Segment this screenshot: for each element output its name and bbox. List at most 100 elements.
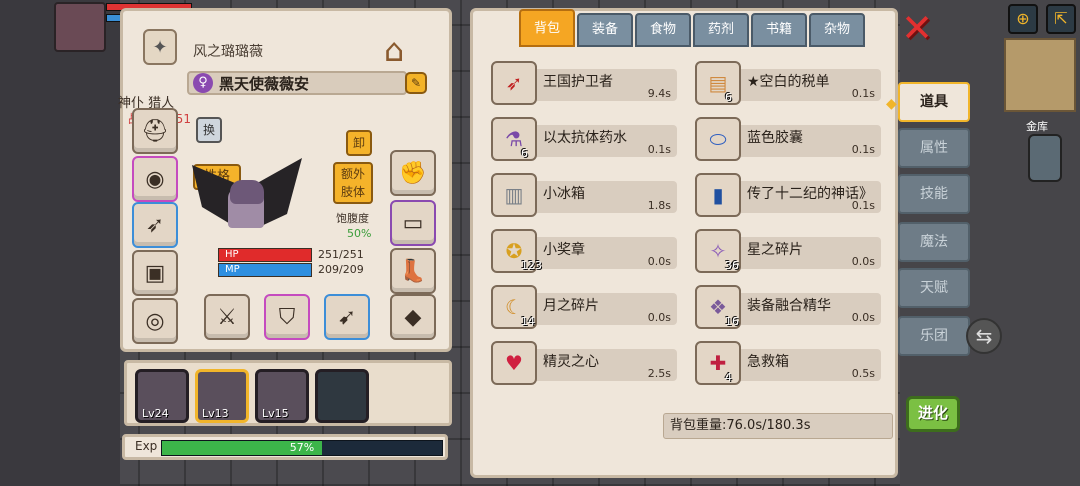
side-tab-magic[interactable]: 魔法 [898,222,970,262]
inventory-item[interactable]: ▤ 6 ★空白的税单 0.1s [685,61,881,105]
heart-icon: ♥ [491,341,537,385]
extra-limb-label: 额外 肢体 [340,167,365,199]
inventory-panel: 背包 装备 食物 药剂 书籍 杂物 ➶ 王国护卫者 9.4s ▤ 6 ★空白的税… [470,8,898,478]
item-name: 小奖章 [543,242,585,258]
cycle-icon[interactable]: ⇆ [966,318,1002,354]
head-slot[interactable]: ⛑ [132,108,178,154]
party-member-level: Lv15 [262,407,289,420]
exp-label: Exp [135,439,158,453]
armor-slot[interactable]: ▣ [132,250,178,296]
inventory-item[interactable]: ▮ 传了十二纪的神话》 0.1s [685,173,881,217]
party-member-1[interactable]: Lv24 [135,369,189,423]
inventory-item[interactable]: ⚗ 6 以太抗体药水 0.1s [481,117,677,161]
evolve-button[interactable]: 进化 [906,396,960,432]
exp-track: 57% [161,440,443,456]
inventory-item[interactable]: ☾ 14 月之碎片 0.0s [481,285,677,329]
belt-slot[interactable]: ▭ [390,200,436,246]
crossbow-icon: ➶ [491,61,537,105]
side-tab-talent[interactable]: 天赋 [898,268,970,308]
tax-form-icon: ▤ [695,61,741,105]
inventory-tabs: 背包 装备 食物 药剂 书籍 杂物 [519,9,865,49]
helmet-icon: ⛑ [141,118,169,144]
item-weight: 0.1s [851,143,875,156]
party-member-level: Lv13 [202,407,229,420]
class-badge-icon: ✦ [143,29,177,65]
character-title: 风之璐璐薇 [193,44,263,60]
shield-slot[interactable]: ⛉ [264,294,310,340]
tab-potion[interactable]: 药剂 [693,13,749,47]
tab-backpack[interactable]: 背包 [519,9,575,47]
swap-button[interactable]: 换 [196,117,222,143]
item-name: 月之碎片 [543,298,599,314]
first-aid-icon: ✚ [695,341,741,385]
item-weight: 0.1s [647,143,671,156]
side-tab-attributes[interactable]: 属性 [898,128,970,168]
inventory-item[interactable]: ✪ 123 小奖章 0.0s [481,229,677,273]
item-weight: 0.0s [851,255,875,268]
side-tab-skills[interactable]: 技能 [898,174,970,214]
hud-portrait[interactable] [54,2,106,52]
party-strip: Lv24 Lv13 Lv15 [124,360,452,426]
vault-label: 金库 [1026,120,1048,133]
boots-slot[interactable]: 👢 [390,248,436,294]
necklace-slot[interactable]: ◉ [132,156,178,202]
item-weight: 2.5s [647,367,671,380]
minimap[interactable] [1004,38,1076,112]
network-icon[interactable]: ⊕ [1008,4,1038,34]
tab-equipment[interactable]: 装备 [577,13,633,47]
item-quantity: 123 [521,259,542,272]
tab-books[interactable]: 书籍 [751,13,807,47]
backpack-weight: 背包重量:76.0s/180.3s [663,413,893,439]
side-menu-pointer-icon: ◆ [886,96,897,112]
satiety-label: 饱腹度 [336,212,369,225]
accessory-slot[interactable]: ◎ [132,298,178,344]
inventory-item[interactable]: ❖ 16 装备融合精华 0.0s [685,285,881,329]
belt-icon: ▭ [402,210,424,236]
extra-limb-button[interactable]: 额外 肢体 [333,162,373,204]
vault-icon[interactable] [1028,134,1062,182]
item-quantity: 36 [725,259,739,272]
party-empty-slot[interactable] [315,369,369,423]
inventory-item[interactable]: ⬭ 蓝色胶囊 0.1s [685,117,881,161]
inventory-item[interactable]: ♥ 精灵之心 2.5s [481,341,677,385]
exit-icon[interactable]: ⇱ [1046,4,1076,34]
inventory-item[interactable]: ➶ 王国护卫者 9.4s [481,61,677,105]
close-button[interactable]: ✕ [898,9,936,48]
side-tab-band[interactable]: 乐团 [898,316,970,356]
bow-slot[interactable]: ➹ [324,294,370,340]
weapon-slot-left[interactable]: ➶ [132,202,178,248]
character-name: 黑天使薇薇安 [219,74,310,93]
inventory-item[interactable]: ✚ 4 急救箱 0.5s [685,341,881,385]
inventory-item[interactable]: ▥ 小冰箱 1.8s [481,173,677,217]
shield-icon: ⛉ [278,304,296,330]
side-tab-items[interactable]: 道具 [898,82,970,122]
hp-value: 251/251 [318,248,364,261]
hanger-icon[interactable]: ⌂ [367,31,421,71]
book-icon: ▮ [695,173,741,217]
party-member-2[interactable]: Lv13 [195,369,249,423]
gem-slot[interactable]: ◆ [390,294,436,340]
character-sprite [192,158,302,248]
gloves-slot[interactable]: ✊ [390,150,436,196]
blade-icon: ⚔ [217,304,237,330]
gauntlet-icon: ✊ [399,160,427,186]
item-weight: 1.8s [647,199,671,212]
bow-icon: ➹ [337,304,357,330]
armor-icon: ▣ [144,260,166,286]
party-member-3[interactable]: Lv15 [255,369,309,423]
item-name: 星之碎片 [747,242,803,258]
edit-name-icon[interactable]: ✎ [405,72,427,94]
tab-misc[interactable]: 杂物 [809,13,865,47]
item-quantity: 16 [725,315,739,328]
item-name: 精灵之心 [543,354,599,370]
item-weight: 9.4s [647,87,671,100]
item-quantity: 6 [725,91,732,104]
unequip-button[interactable]: 卸 [346,130,372,156]
item-name: 蓝色胶囊 [747,130,803,146]
mp-bar: MP [218,263,312,277]
inventory-item[interactable]: ✧ 36 星之碎片 0.0s [685,229,881,273]
weapon-slot[interactable]: ⚔ [204,294,250,340]
character-header: ✦ 风之璐璐薇 ⌂ ♀ 黑天使薇薇安 ✎ [133,17,445,97]
item-weight: 0.1s [851,87,875,100]
tab-food[interactable]: 食物 [635,13,691,47]
